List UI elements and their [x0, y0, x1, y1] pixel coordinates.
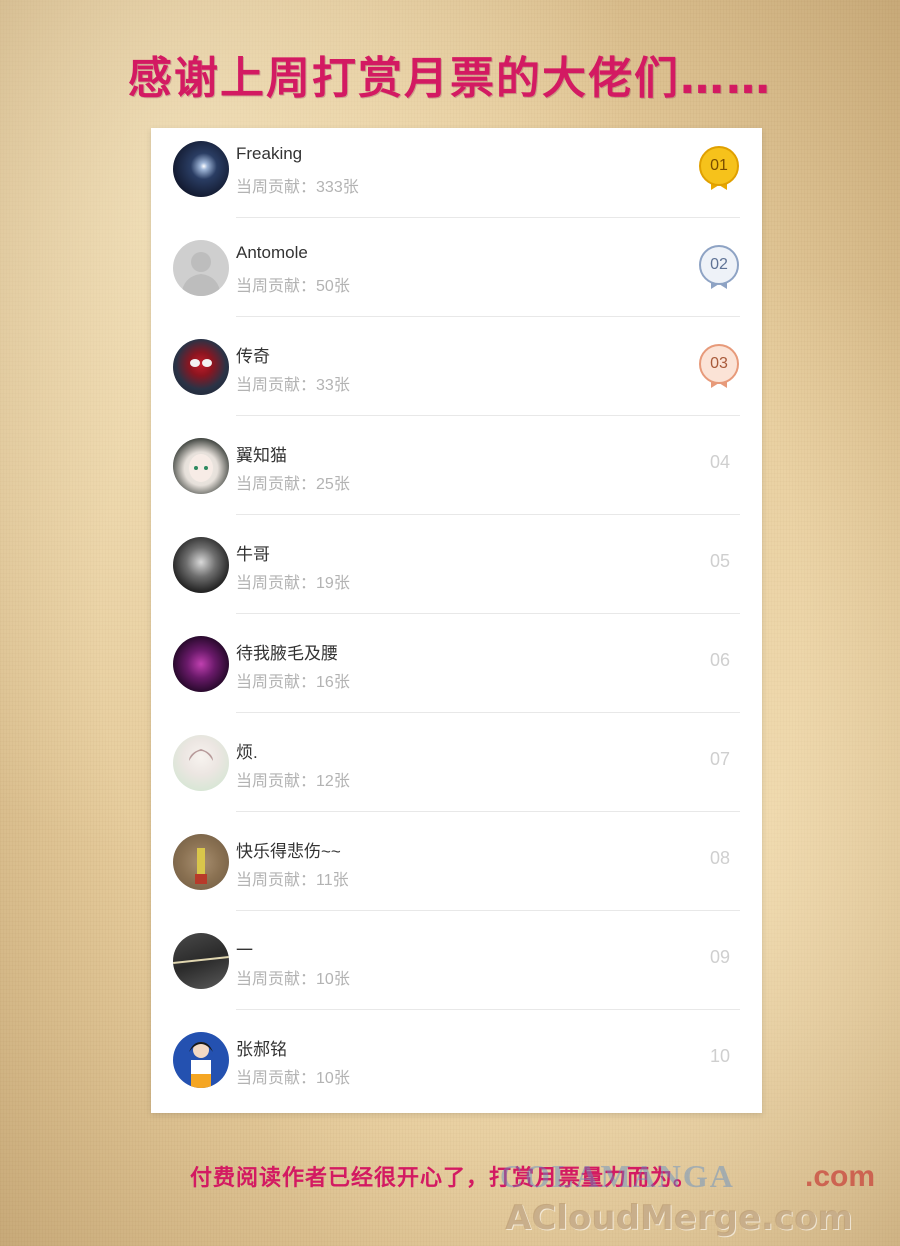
watermark-colamanga: COLAMANGA — [500, 1158, 735, 1194]
username[interactable]: 传奇 — [236, 342, 270, 367]
watermark-colamanga-suffix: .com — [805, 1160, 876, 1193]
avatar[interactable] — [173, 636, 229, 692]
contribution: 当周贡献：25张 — [236, 476, 350, 493]
gold-medal-icon: 01 — [698, 146, 740, 192]
username[interactable]: 快乐得悲伤~~ — [236, 837, 341, 862]
avatar[interactable] — [173, 1032, 229, 1088]
username[interactable]: 烦. — [236, 738, 258, 763]
rank-number: 05 — [709, 551, 730, 571]
divider — [236, 514, 740, 515]
avatar[interactable] — [173, 735, 229, 791]
username[interactable]: 牛哥 — [236, 540, 270, 565]
contribution: 当周贡献：333张 — [236, 179, 359, 196]
divider — [236, 613, 740, 614]
divider — [236, 811, 740, 812]
contribution: 当周贡献：33张 — [236, 377, 350, 394]
bronze-medal-icon: 03 — [698, 344, 740, 390]
divider — [236, 217, 740, 218]
list-item[interactable]: Freaking 当周贡献：333张 01 — [151, 128, 762, 227]
rank-number: 08 — [709, 848, 730, 868]
rank-number: 06 — [709, 650, 730, 670]
avatar[interactable] — [173, 933, 229, 989]
contribution: 当周贡献：10张 — [236, 971, 350, 988]
list-item[interactable]: 牛哥 当周贡献：19张 05 — [151, 524, 762, 623]
avatar[interactable] — [173, 537, 229, 593]
divider — [236, 712, 740, 713]
list-item[interactable]: 翼知猫 当周贡献：25张 04 — [151, 425, 762, 524]
silver-medal-icon: 02 — [698, 245, 740, 291]
list-item[interactable]: 待我腋毛及腰 当周贡献：16张 06 — [151, 623, 762, 722]
username[interactable]: Antomole — [236, 243, 308, 263]
contribution: 当周贡献：10张 — [236, 1070, 350, 1087]
username[interactable]: 翼知猫 — [236, 441, 287, 466]
avatar[interactable] — [173, 141, 229, 197]
contribution: 当周贡献：11张 — [236, 872, 349, 889]
rank-number: 07 — [709, 749, 730, 769]
avatar[interactable] — [173, 834, 229, 890]
list-item[interactable]: Antomole 当周贡献：50张 02 — [151, 227, 762, 326]
page-title: 感谢上周打赏月票的大佬们…… — [128, 53, 772, 104]
username[interactable]: 待我腋毛及腰 — [236, 639, 338, 664]
list-item[interactable]: 一 当周贡献：10张 09 — [151, 920, 762, 1019]
rank-number: 09 — [709, 947, 730, 967]
list-item[interactable]: 传奇 当周贡献：33张 03 — [151, 326, 762, 425]
username[interactable]: 张郝铭 — [236, 1035, 287, 1060]
list-item[interactable]: 张郝铭 当周贡献：10张 10 — [151, 1019, 762, 1118]
contribution: 当周贡献：12张 — [236, 773, 350, 790]
divider — [236, 910, 740, 911]
contribution: 当周贡献：19张 — [236, 575, 350, 592]
watermark-acloudmerge: ACloudMerge.com — [505, 1198, 853, 1238]
rank-number: 10 — [709, 1046, 730, 1066]
rank-number: 04 — [709, 452, 730, 472]
divider — [236, 415, 740, 416]
avatar[interactable] — [173, 339, 229, 395]
contribution: 当周贡献：16张 — [236, 674, 350, 691]
list-item[interactable]: 烦. 当周贡献：12张 07 — [151, 722, 762, 821]
divider — [236, 316, 740, 317]
avatar[interactable] — [173, 240, 229, 296]
contribution: 当周贡献：50张 — [236, 278, 350, 295]
list-item[interactable]: 快乐得悲伤~~ 当周贡献：11张 08 — [151, 821, 762, 920]
supporter-list: Freaking 当周贡献：333张 01 Antomole 当周贡献：50张 … — [151, 128, 762, 1113]
username[interactable]: 一 — [236, 936, 253, 961]
username[interactable]: Freaking — [236, 144, 302, 164]
divider — [236, 1009, 740, 1010]
avatar[interactable] — [173, 438, 229, 494]
